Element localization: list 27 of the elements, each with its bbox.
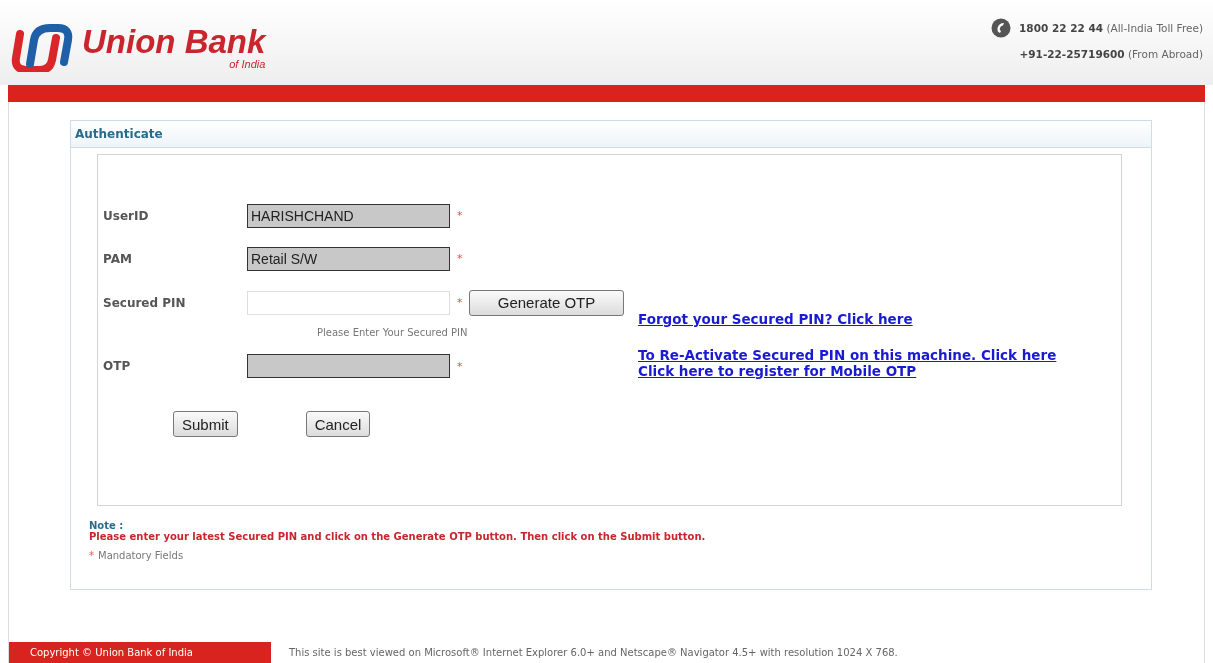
brand-name: Union Bank xyxy=(82,25,266,58)
required-mark: * xyxy=(456,359,464,373)
link[interactable]: Forgot your Secured PIN? Click here xyxy=(638,311,1057,327)
field-label: PAM xyxy=(103,251,133,266)
note-title: Note : xyxy=(89,520,125,531)
link[interactable]: Click here to register for Mobile OTP xyxy=(638,363,1057,379)
link[interactable]: To Re-Activate Secured PIN on this machine. Click here xyxy=(638,347,1057,363)
required-mark: * xyxy=(456,252,464,266)
required-mark: * xyxy=(89,550,94,561)
phone-number: 1800 22 22 44 (All-India Toll Free) xyxy=(1019,22,1203,34)
required-mark: * xyxy=(456,296,464,310)
field-label: OTP xyxy=(103,359,132,374)
cancel-button[interactable]: Cancel xyxy=(305,411,371,437)
required-mark: * xyxy=(456,209,464,223)
browser-note: This site is best viewed on Microsoft® Internet Explorer 6.0+ and Netscape® Navigator 4.5+ with resolution 1024 X 768. xyxy=(289,647,898,658)
note-text: Please enter your latest Secured PIN and click on the Generate OTP button. Then click on the Submit button. xyxy=(89,531,707,542)
generate-otp-button[interactable]: Generate OTP xyxy=(469,290,624,316)
mandatory-fields-text: Mandatory Fields xyxy=(98,550,184,561)
phone-number: +91-22-25719600 (From Abroad) xyxy=(1019,48,1203,60)
submit-button[interactable]: Submit xyxy=(173,411,238,437)
logo-icon xyxy=(10,23,74,72)
brand-tagline: of India xyxy=(229,58,266,70)
field-hint: Please Enter Your Secured PIN xyxy=(317,326,469,338)
field-label: UserID xyxy=(103,208,150,223)
field-label: Secured PIN xyxy=(103,296,187,310)
phone-icon xyxy=(991,18,1011,38)
copyright: Copyright © Union Bank of India xyxy=(9,642,271,663)
